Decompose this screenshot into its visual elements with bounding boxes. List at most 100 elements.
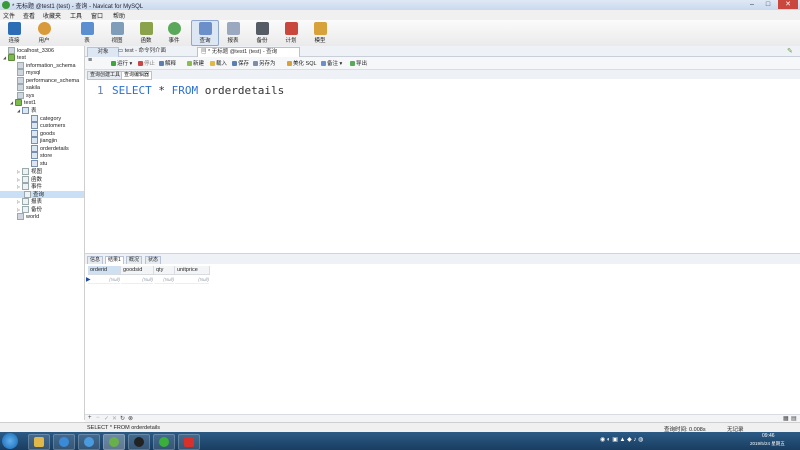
beautify-sql-button[interactable]: 美化 SQL bbox=[287, 59, 317, 67]
table-icon bbox=[31, 145, 38, 152]
menu-favorites[interactable]: 收藏夹 bbox=[43, 11, 61, 20]
close-button[interactable]: ✕ bbox=[778, 0, 798, 9]
add-record-icon[interactable]: + bbox=[88, 415, 92, 421]
grid-cell[interactable]: (Null) bbox=[121, 276, 153, 284]
database-icon bbox=[17, 213, 24, 220]
column-header[interactable]: orderid bbox=[88, 266, 121, 275]
favorite-icon[interactable]: ✎ bbox=[787, 47, 793, 55]
tray-icons[interactable]: ◉ ◐ ▣ ▲ ◆ ♪ ◍ bbox=[600, 436, 643, 443]
run-button[interactable]: 运行 ▾ bbox=[111, 59, 132, 67]
sql-text[interactable]: SELECT * FROM orderdetails bbox=[112, 84, 284, 97]
clock-date[interactable]: 2019/5/24 星期五 bbox=[750, 441, 785, 447]
new-button[interactable]: 新建 bbox=[187, 59, 204, 67]
grid-cell[interactable]: (Null) bbox=[175, 276, 209, 284]
folder-icon bbox=[210, 61, 215, 67]
result-grid[interactable]: orderid goodsid qty unitprice ▶ (Null) (… bbox=[85, 264, 800, 414]
editor-mode-tabs: 查询创建工具 查询编辑器 bbox=[85, 70, 800, 80]
model-icon bbox=[313, 22, 327, 35]
query-icon bbox=[198, 22, 212, 35]
report-icon bbox=[226, 22, 240, 35]
clock-time[interactable]: 09:46 bbox=[762, 433, 775, 439]
export-icon bbox=[350, 61, 355, 67]
save-button[interactable]: 保存 bbox=[232, 59, 249, 67]
menu-tools[interactable]: 工具 bbox=[70, 11, 82, 20]
table-icon bbox=[31, 115, 38, 122]
taskbar-qq[interactable] bbox=[128, 434, 150, 450]
grid-view-icon[interactable]: ▦ bbox=[783, 415, 789, 422]
menu-window[interactable]: 窗口 bbox=[91, 11, 103, 20]
toolbar-label: 计划 bbox=[285, 38, 297, 44]
toolbar-event-button[interactable]: 事件 bbox=[163, 21, 185, 45]
database-icon bbox=[17, 77, 24, 84]
taskbar-sogou[interactable] bbox=[78, 434, 100, 450]
tree-item-localhost[interactable]: localhost_3306 bbox=[0, 47, 92, 54]
toolbar-model-button[interactable]: 模型 bbox=[309, 21, 331, 45]
tree-item-queries-folder[interactable]: 查询 bbox=[0, 191, 84, 198]
form-view-icon[interactable]: ▤ bbox=[791, 415, 797, 422]
export-button[interactable]: 导出 bbox=[350, 59, 367, 67]
server-icon bbox=[8, 47, 15, 54]
column-header[interactable]: unitprice bbox=[175, 266, 210, 275]
grid-cell[interactable]: (Null) bbox=[88, 276, 120, 284]
comment-button[interactable]: 备注 ▾ bbox=[321, 59, 342, 67]
apply-icon[interactable]: ✓ bbox=[104, 415, 109, 422]
menu-view[interactable]: 查看 bbox=[23, 11, 35, 20]
taskbar-ie[interactable] bbox=[53, 434, 75, 450]
explain-button[interactable]: 解释 bbox=[159, 59, 176, 67]
taskbar-youdao[interactable] bbox=[178, 434, 200, 450]
wechat-icon bbox=[159, 437, 169, 447]
windows-taskbar: ◉ ◐ ▣ ▲ ◆ ♪ ◍ 09:46 2019/5/24 星期五 bbox=[0, 432, 800, 450]
database-icon bbox=[17, 62, 24, 69]
tab-command-line[interactable]: ▭ test - 命令列介面 bbox=[115, 47, 199, 56]
discard-icon[interactable]: ✕ bbox=[112, 415, 117, 422]
table-icon bbox=[31, 160, 38, 167]
grid-cell[interactable]: (Null) bbox=[154, 276, 174, 284]
connection-icon bbox=[7, 22, 21, 35]
hamburger-menu-icon[interactable]: ≡ bbox=[88, 57, 92, 64]
menu-help[interactable]: 帮助 bbox=[113, 11, 125, 20]
toolbar-schedule-button[interactable]: 计划 bbox=[280, 21, 302, 45]
tree-item-database-test1[interactable]: ◢ test1 bbox=[0, 99, 94, 107]
stop-refresh-icon[interactable]: ⊗ bbox=[128, 415, 133, 422]
title-bar: * 无标题 @test1 (test) - 查询 - Navicat for M… bbox=[0, 0, 800, 10]
explain-icon bbox=[159, 61, 164, 67]
toolbar-label: 表 bbox=[84, 38, 90, 44]
stop-button[interactable]: 停止 bbox=[138, 59, 155, 67]
comment-icon bbox=[321, 61, 326, 67]
tree-item-test-connection[interactable]: ◢ test bbox=[0, 54, 87, 62]
column-header[interactable]: qty bbox=[154, 266, 175, 275]
taskbar-wechat[interactable] bbox=[153, 434, 175, 450]
menu-file[interactable]: 文件 bbox=[3, 11, 15, 20]
toolbar-function-button[interactable]: 函数 bbox=[135, 21, 157, 45]
taskbar-explorer[interactable] bbox=[28, 434, 50, 450]
database-icon bbox=[15, 99, 22, 107]
start-button-icon[interactable] bbox=[2, 433, 18, 449]
refresh-icon[interactable]: ↻ bbox=[120, 415, 125, 422]
schedule-icon bbox=[284, 22, 298, 35]
tab-query-editor[interactable]: ▤ * 无标题 @test1 (test) - 查询 bbox=[197, 47, 300, 57]
load-button[interactable]: 载入 bbox=[210, 59, 227, 67]
minimize-button[interactable]: – bbox=[744, 0, 760, 9]
qq-icon bbox=[134, 437, 144, 447]
toolbar-query-button[interactable]: 查询 bbox=[191, 20, 219, 46]
toolbar-label: 函数 bbox=[140, 38, 152, 44]
taskbar-navicat[interactable] bbox=[103, 434, 125, 450]
toolbar-label: 备份 bbox=[256, 38, 268, 44]
toolbar-user-button[interactable]: 用户 bbox=[33, 21, 55, 45]
maximize-button[interactable]: □ bbox=[760, 0, 776, 9]
toolbar-report-button[interactable]: 报表 bbox=[222, 21, 244, 45]
save-as-button[interactable]: 另存为 bbox=[253, 59, 276, 67]
sql-editor[interactable]: 1 SELECT * FROM orderdetails bbox=[85, 80, 800, 252]
toolbar-label: 用户 bbox=[38, 38, 50, 44]
toolbar-backup-button[interactable]: 备份 bbox=[251, 21, 273, 45]
navicat-app-icon bbox=[2, 1, 10, 9]
delete-record-icon[interactable]: − bbox=[96, 415, 100, 421]
tab-query-editor-mode[interactable]: 查询编辑器 bbox=[121, 71, 153, 80]
event-icon bbox=[22, 183, 29, 191]
toolbar-view-button[interactable]: 视图 bbox=[106, 21, 128, 45]
backup-icon bbox=[255, 22, 269, 35]
toolbar-table-button[interactable]: 表 bbox=[76, 21, 98, 45]
column-header[interactable]: goodsid bbox=[121, 266, 154, 275]
tab-query-builder[interactable]: 查询创建工具 bbox=[87, 71, 124, 80]
toolbar-connection-button[interactable]: 连接 bbox=[3, 21, 25, 45]
